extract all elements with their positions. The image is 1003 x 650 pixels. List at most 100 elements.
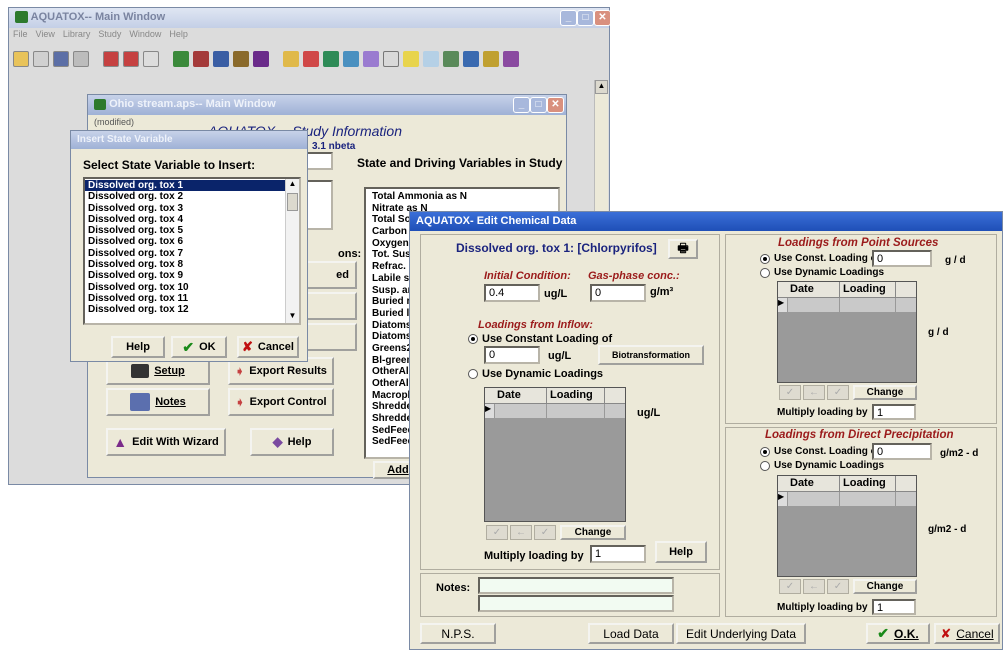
map-icon[interactable]: [323, 51, 339, 67]
point-loadings-grid[interactable]: Date Loading ▶: [777, 281, 917, 383]
edit-wizard-button[interactable]: ▲ Edit With Wizard: [106, 428, 226, 456]
library3-icon[interactable]: [213, 51, 229, 67]
menu-help[interactable]: Help: [169, 29, 188, 43]
insert-list-scrollbar[interactable]: ▲ ▼: [285, 179, 299, 323]
state-variable-option[interactable]: Dissolved org. tox 10: [85, 282, 285, 293]
bar-chart-icon[interactable]: [283, 51, 299, 67]
export-control-button[interactable]: ➧ Export Control: [228, 388, 334, 416]
precip-constant-radio[interactable]: Use Const. Loading of: [760, 446, 880, 457]
advanced-button[interactable]: ed: [300, 261, 357, 289]
copy-icon[interactable]: [73, 51, 89, 67]
chem-ok-button[interactable]: ✔ O.K.: [866, 623, 930, 644]
point-dynamic-radio[interactable]: Use Dynamic Loadings: [760, 267, 884, 278]
study-side-button-2[interactable]: [300, 292, 357, 320]
nav-cancel-icon[interactable]: ←: [510, 525, 532, 540]
edit-underlying-data-button[interactable]: Edit Underlying Data: [676, 623, 806, 644]
main-title-bar[interactable]: AQUATOX-- Main Window: [9, 8, 609, 28]
open-file-icon[interactable]: [13, 51, 29, 67]
study-side-button-3[interactable]: [300, 323, 357, 351]
compare-icon[interactable]: [303, 51, 319, 67]
uncertainty-icon[interactable]: [463, 51, 479, 67]
point-multiply-input[interactable]: 1: [872, 404, 916, 420]
nav-edit-icon[interactable]: ✓: [486, 525, 508, 540]
chem-dialog-title-bar[interactable]: AQUATOX- Edit Chemical Data: [410, 212, 1002, 231]
study-help-button[interactable]: ◆ Help: [250, 428, 334, 456]
library-icon[interactable]: [173, 51, 189, 67]
menu-library[interactable]: Library: [63, 29, 91, 43]
pencil-icon[interactable]: [363, 51, 379, 67]
precip-nav-edit-icon[interactable]: ✓: [779, 579, 801, 594]
sensitivity-icon[interactable]: [443, 51, 459, 67]
cut-icon[interactable]: [33, 51, 49, 67]
study-close-button[interactable]: ✕: [547, 97, 564, 113]
precip-grid-navigator[interactable]: ✓ ← ✓: [779, 579, 849, 594]
menu-study[interactable]: Study: [98, 29, 121, 43]
study-minimize-button[interactable]: _: [513, 97, 530, 113]
inflow-constant-radio[interactable]: Use Constant Loading of: [468, 333, 612, 345]
state-variable-option[interactable]: Dissolved org. tox 5: [85, 225, 285, 236]
state-variable-option[interactable]: Dissolved org. tox 8: [85, 259, 285, 270]
inflow-multiply-input[interactable]: 1: [590, 545, 646, 563]
gas-phase-input[interactable]: 0: [590, 284, 646, 302]
load-data-button[interactable]: Load Data: [588, 623, 674, 644]
point-change-button[interactable]: Change: [853, 385, 917, 400]
insert-cancel-button[interactable]: ✘ Cancel: [237, 336, 299, 358]
close-button[interactable]: ✕: [594, 10, 611, 26]
state-variable-option[interactable]: Dissolved org. tox 3: [85, 203, 285, 214]
notes-button[interactable]: Notes: [106, 388, 210, 416]
inflow-dynamic-radio[interactable]: Use Dynamic Loadings: [468, 368, 603, 380]
menu-view[interactable]: View: [36, 29, 55, 43]
library5-icon[interactable]: [253, 51, 269, 67]
precip-dynamic-radio[interactable]: Use Dynamic Loadings: [760, 460, 884, 471]
print-button[interactable]: 🖶: [668, 239, 698, 259]
save-icon[interactable]: [53, 51, 69, 67]
inflow-change-button[interactable]: Change: [560, 525, 626, 540]
line-chart-icon[interactable]: [423, 51, 439, 67]
wizard-icon[interactable]: [483, 51, 499, 67]
point-nav-post-icon[interactable]: ✓: [827, 385, 849, 400]
point-constant-input[interactable]: 0: [872, 250, 932, 267]
inflow-loadings-grid[interactable]: Date Loading ▶: [484, 387, 626, 522]
library2-icon[interactable]: [193, 51, 209, 67]
initial-condition-input[interactable]: 0.4: [484, 284, 540, 302]
notes-input-1[interactable]: [478, 577, 674, 594]
study-title-bar[interactable]: Ohio stream.aps-- Main Window: [88, 95, 566, 115]
insert-help-button[interactable]: Help: [111, 336, 165, 358]
point-constant-radio[interactable]: Use Const. Loading of: [760, 253, 880, 264]
precip-multiply-input[interactable]: 1: [872, 599, 916, 615]
biotransformation-button[interactable]: Biotransformation: [598, 345, 704, 365]
library4-icon[interactable]: [233, 51, 249, 67]
more-icon[interactable]: [503, 51, 519, 67]
close-study-icon[interactable]: [143, 51, 159, 67]
inflow-grid-navigator[interactable]: ✓ ← ✓: [486, 525, 556, 540]
nav-post-icon[interactable]: ✓: [534, 525, 556, 540]
menu-window[interactable]: Window: [129, 29, 161, 43]
export-icon[interactable]: [103, 51, 119, 67]
insert-ok-button[interactable]: ✔ OK: [171, 336, 227, 358]
state-var-item[interactable]: Total Ammonia as N: [369, 191, 555, 203]
state-variable-option[interactable]: Dissolved org. tox 6: [85, 236, 285, 247]
study-maximize-button[interactable]: □: [530, 97, 547, 113]
nps-button[interactable]: N.P.S.: [420, 623, 496, 644]
insert-dialog-title-bar[interactable]: Insert State Variable: [71, 131, 307, 149]
export2-icon[interactable]: [123, 51, 139, 67]
bar-icon[interactable]: [403, 51, 419, 67]
precip-nav-cancel-icon[interactable]: ←: [803, 579, 825, 594]
point-nav-cancel-icon[interactable]: ←: [803, 385, 825, 400]
point-nav-edit-icon[interactable]: ✓: [779, 385, 801, 400]
state-variable-option[interactable]: Dissolved org. tox 12: [85, 304, 285, 315]
state-variable-listbox[interactable]: Dissolved org. tox 1 Dissolved org. tox 2…: [83, 177, 301, 325]
inflow-constant-input[interactable]: 0: [484, 346, 540, 364]
point-grid-navigator[interactable]: ✓ ← ✓: [779, 385, 849, 400]
precip-change-button[interactable]: Change: [853, 579, 917, 594]
state-variable-option[interactable]: Dissolved org. tox 4: [85, 214, 285, 225]
state-variable-option[interactable]: Dissolved org. tox 7: [85, 248, 285, 259]
menu-file[interactable]: File: [13, 29, 28, 43]
chem-help-button[interactable]: Help: [655, 541, 707, 563]
plant-icon[interactable]: [343, 51, 359, 67]
grid-icon[interactable]: [383, 51, 399, 67]
state-variable-option[interactable]: Dissolved org. tox 11: [85, 293, 285, 304]
state-variable-option[interactable]: Dissolved org. tox 2: [85, 191, 285, 202]
maximize-button[interactable]: □: [577, 10, 594, 26]
state-variable-option[interactable]: Dissolved org. tox 1: [85, 180, 285, 192]
